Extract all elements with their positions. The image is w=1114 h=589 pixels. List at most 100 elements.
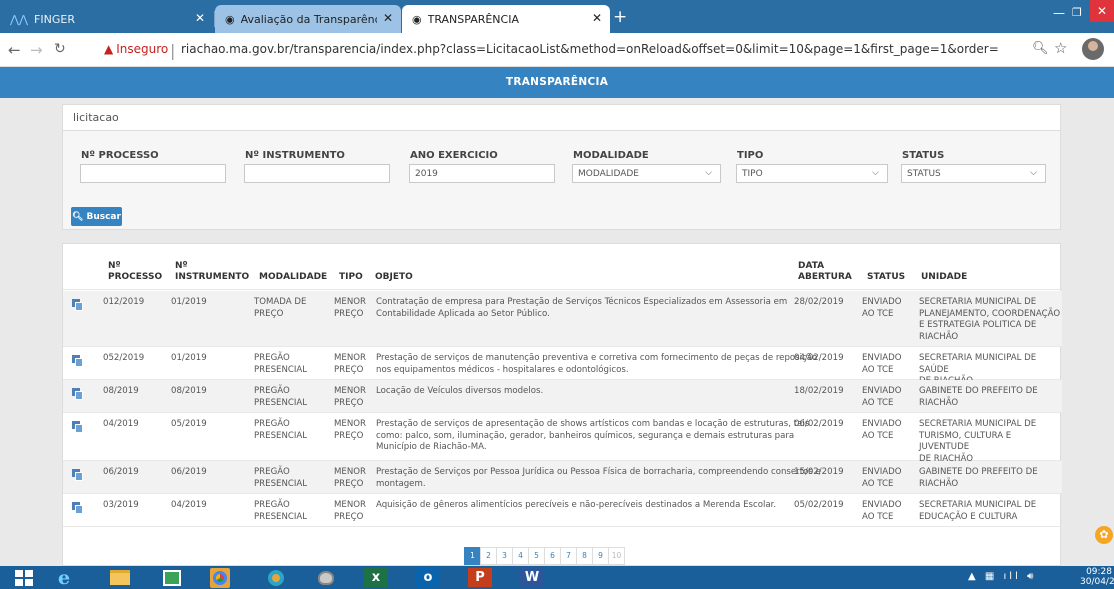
signal-icon[interactable]: ıll [1004, 571, 1021, 582]
internet-explorer-icon[interactable]: e [52, 567, 76, 589]
header-line: PROCESSO [108, 272, 163, 282]
page-10-button[interactable]: 10 [608, 547, 625, 565]
cell-data: 06/02/2019 [794, 419, 844, 429]
cell-processo: 012/2019 [103, 297, 145, 307]
close-icon[interactable]: ✕ [383, 11, 393, 25]
chevron-up-icon[interactable]: ▲ [968, 571, 979, 582]
cell-line: GABINETE DO PREFEITO DE [919, 386, 1038, 396]
cell-status: ENVIADO AO TCE [862, 467, 902, 490]
cell-line: como: palco, som, iluminação, gerador, b… [376, 430, 795, 441]
page-1-button[interactable]: 1 [464, 547, 481, 565]
status-select[interactable]: STATUS ⌵ [901, 164, 1046, 183]
cell-data: 05/02/2019 [794, 500, 844, 510]
tab-avaliacao[interactable]: ◉ Avaliação da Transparência dos / ✕ [215, 5, 401, 33]
url-field[interactable]: riachao.ma.gov.br/transparencia/index.ph… [181, 42, 999, 56]
view-record-icon[interactable] [72, 355, 83, 367]
table-row[interactable]: 06/2019 06/2019 PREGÃO PRESENCIAL MENOR PREÇO… [63, 461, 1062, 494]
page-6-button[interactable]: 6 [544, 547, 561, 565]
cell-line: AO TCE [862, 430, 894, 441]
cell-unidade: SECRETARIA MUNICIPAL DE PLANEJAMENTO, COO… [919, 297, 1060, 343]
file-explorer-icon[interactable] [108, 568, 132, 587]
tipo-select[interactable]: TIPO ⌵ [736, 164, 888, 183]
cell-line: PRESENCIAL [254, 397, 308, 408]
chrome-canary-icon[interactable] [264, 568, 288, 587]
page-5-button[interactable]: 5 [528, 547, 545, 565]
view-record-icon[interactable] [72, 421, 83, 433]
windows-start-icon[interactable] [12, 568, 36, 587]
table-row[interactable]: 08/2019 08/2019 PREGÃO PRESENCIAL MENOR PREÇO… [63, 380, 1062, 413]
ano-input[interactable]: 2019 [409, 164, 555, 183]
cell-line: RIACHÃO [919, 397, 959, 408]
col-status-header: STATUS [867, 272, 906, 282]
restore-icon[interactable]: ❐ [1072, 6, 1082, 19]
col-tipo-header: TIPO [339, 272, 363, 282]
outlook-icon[interactable]: o [416, 568, 440, 587]
page-9-button[interactable]: 9 [592, 547, 609, 565]
page-7-button[interactable]: 7 [560, 547, 577, 565]
tab-finger[interactable]: ⋀⋀ FINGER ✕ [0, 5, 213, 33]
col-unidade-header: UNIDADE [921, 272, 968, 282]
view-record-icon[interactable] [72, 299, 83, 311]
cell-line: PREGÃO [254, 353, 290, 363]
cell-line: SECRETARIA MUNICIPAL DE [919, 500, 1037, 510]
remote-app-icon[interactable] [314, 568, 338, 587]
window-close-icon[interactable]: ✕ [1090, 0, 1114, 22]
cell-line: ENVIADO [862, 500, 902, 510]
cell-line: AO TCE [862, 397, 894, 408]
page-3-button[interactable]: 3 [496, 547, 513, 565]
view-record-icon[interactable] [72, 388, 83, 400]
chrome-icon[interactable] [208, 567, 232, 588]
back-icon[interactable]: ← [8, 41, 21, 59]
powerpoint-icon[interactable]: P [468, 568, 492, 587]
word-icon[interactable]: W [520, 568, 544, 587]
cell-line: TURISMO, CULTURA E JUVENTUDE [919, 430, 1012, 453]
cell-line: PRESENCIAL [254, 364, 308, 375]
bookmark-star-icon[interactable]: ☆ [1054, 39, 1067, 57]
modalidade-select[interactable]: MODALIDADE ⌵ [572, 164, 721, 183]
header-line: DATA [798, 261, 825, 271]
profile-avatar[interactable] [1082, 38, 1104, 60]
cell-line: PRESENCIAL [254, 478, 308, 489]
network-icon[interactable]: ▦ [985, 571, 997, 582]
processo-input[interactable] [80, 164, 226, 183]
clock[interactable]: 09:28 30/04/202 [1080, 567, 1114, 587]
cell-unidade: GABINETE DO PREFEITO DE RIACHÃO [919, 467, 1038, 490]
tab-transparencia[interactable]: ◉ TRANSPARÊNCIA ✕ [402, 5, 610, 33]
zoom-icon[interactable]: 🔍︎ [1032, 41, 1049, 56]
new-tab-icon[interactable]: + [613, 7, 627, 27]
reload-icon[interactable]: ↻ [54, 41, 66, 57]
cell-line: GABINETE DO PREFEITO DE [919, 467, 1038, 477]
cell-status: ENVIADO AO TCE [862, 500, 902, 523]
forward-icon[interactable]: → [30, 41, 43, 59]
tab-label: Avaliação da Transparência dos / [240, 12, 377, 26]
chevron-down-icon: ⌵ [1030, 168, 1037, 178]
cell-unidade: SECRETARIA MUNICIPAL DE TURISMO, CULTURA … [919, 419, 1062, 465]
tab-label: TRANSPARÊNCIA [427, 12, 519, 26]
close-icon[interactable]: ✕ [592, 11, 602, 25]
instrumento-input[interactable] [244, 164, 390, 183]
help-icon[interactable]: ✿ [1095, 526, 1113, 544]
table-row[interactable]: 052/2019 01/2019 PREGÃO PRESENCIAL MENOR PREÇ… [63, 347, 1062, 386]
clock-time: 09:28 [1086, 567, 1112, 577]
cell-line: PREÇO [334, 397, 364, 408]
search-button[interactable]: 🔍︎ Buscar [71, 207, 122, 226]
cell-line: SECRETARIA MUNICIPAL DE SAÚDE [919, 353, 1037, 375]
system-tray[interactable]: ▲ ▦ ıll 🔊︎ [968, 571, 1036, 582]
excel-icon[interactable]: x [364, 568, 388, 587]
page-4-button[interactable]: 4 [512, 547, 529, 565]
minimize-icon[interactable]: — [1053, 6, 1065, 20]
page-8-button[interactable]: 8 [576, 547, 593, 565]
close-icon[interactable]: ✕ [195, 11, 205, 25]
volume-icon[interactable]: 🔊︎ [1027, 571, 1036, 582]
view-record-icon[interactable] [72, 502, 83, 514]
security-indicator[interactable]: ▲ Inseguro [104, 42, 168, 56]
view-record-icon[interactable] [72, 469, 83, 481]
table-row[interactable]: 04/2019 05/2019 PREGÃO PRESENCIAL MENOR PREÇO… [63, 413, 1062, 464]
cell-instrumento: 08/2019 [171, 386, 207, 396]
cell-processo: 06/2019 [103, 467, 139, 477]
cell-line: ENVIADO [862, 353, 902, 363]
table-row[interactable]: 012/2019 01/2019 TOMADA DE PREÇO MENOR PREÇO C… [63, 291, 1062, 347]
page-2-button[interactable]: 2 [480, 547, 497, 565]
store-icon[interactable] [160, 568, 184, 587]
table-row[interactable]: 03/2019 04/2019 PREGÃO PRESENCIAL MENOR PREÇO… [63, 494, 1062, 527]
